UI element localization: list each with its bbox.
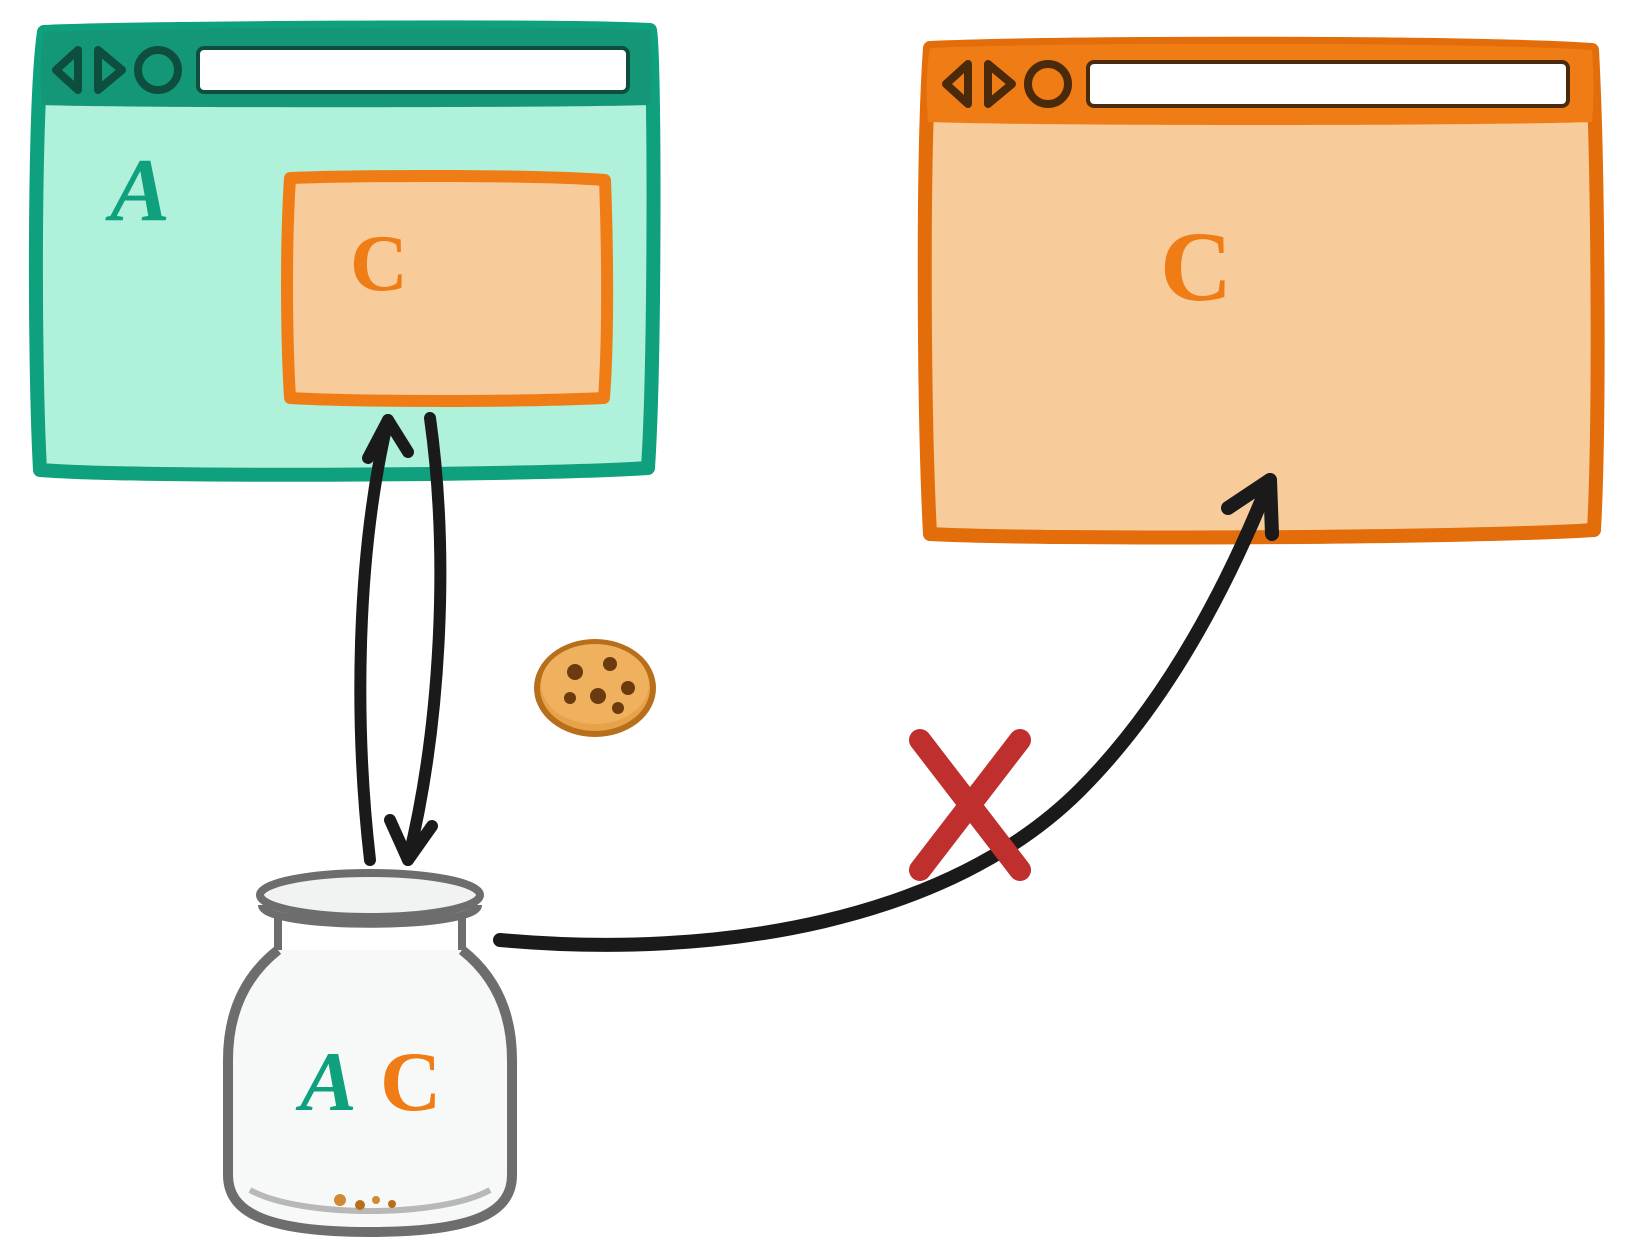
- browser-a-address-bar: [198, 48, 628, 92]
- jar-label-c: C: [380, 1035, 441, 1129]
- browser-a-iframe-label: C: [350, 220, 408, 308]
- browser-c-address-bar: [1088, 62, 1568, 106]
- browser-c: C: [925, 44, 1598, 538]
- blocked-x-icon: [920, 740, 1020, 870]
- arrow-jar-to-iframe: [360, 420, 408, 860]
- cookie-icon: [537, 642, 653, 734]
- browser-a-label: A: [105, 141, 170, 240]
- cookie-jar: A C: [228, 873, 512, 1232]
- jar-label-a: A: [295, 1035, 357, 1129]
- browser-a-iframe-c: C: [287, 176, 607, 401]
- browser-a: A C: [36, 27, 654, 474]
- arrow-iframe-to-jar: [390, 418, 440, 860]
- diagram-canvas: A C C: [0, 0, 1646, 1250]
- browser-c-label: C: [1160, 211, 1232, 322]
